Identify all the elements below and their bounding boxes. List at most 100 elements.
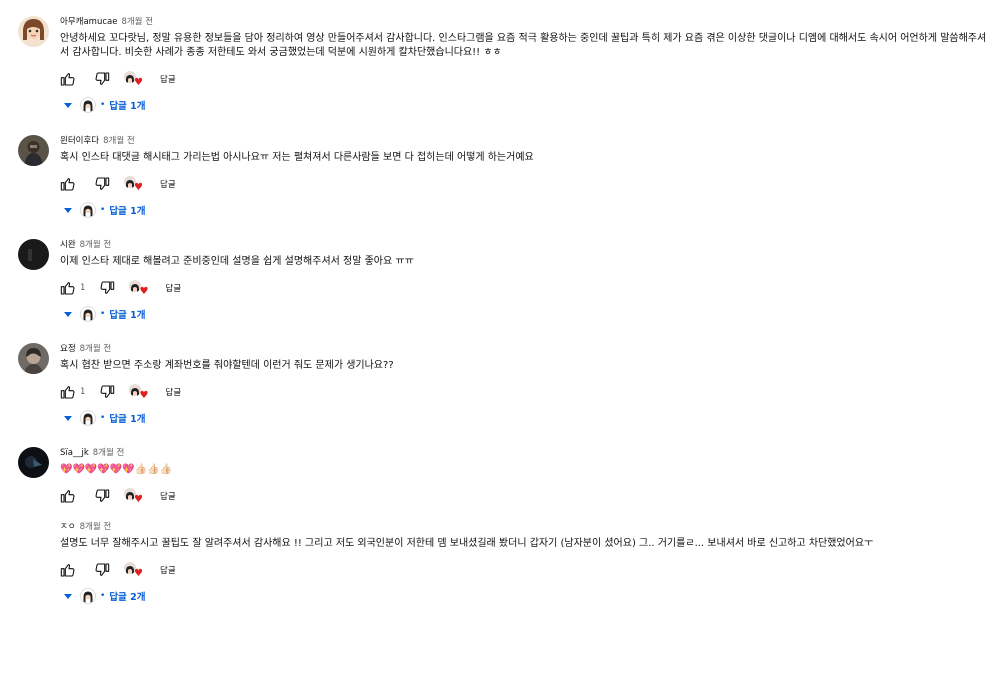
comment-actions: 1 ♥ 답글 bbox=[60, 279, 988, 297]
heart-icon: ♥ bbox=[139, 390, 149, 401]
heart-icon: ♥ bbox=[134, 568, 143, 579]
separator-dot: • bbox=[100, 309, 106, 319]
view-replies-button[interactable]: • 답글 1개 bbox=[60, 305, 988, 323]
comment-time[interactable]: 8개월 전 bbox=[80, 240, 112, 250]
thumbs-up-icon bbox=[60, 73, 75, 86]
thumbs-up-icon bbox=[60, 282, 75, 295]
comment-header: 시완 8개월 전 bbox=[60, 239, 988, 251]
separator-dot: • bbox=[100, 205, 106, 215]
like-button[interactable]: 1 bbox=[60, 280, 85, 296]
comment-text: 안녕하세요 꼬다랏님, 정말 유용한 정보들을 담아 정리하여 영상 만들어주셔… bbox=[60, 33, 987, 58]
heart-icon: ♥ bbox=[134, 77, 143, 88]
comment-actions: ♥ 답글 bbox=[60, 70, 988, 88]
comment-author[interactable]: 윈터이후다 bbox=[60, 136, 99, 146]
comment-header: 윈터이후다 8개월 전 bbox=[60, 135, 988, 147]
dislike-button[interactable] bbox=[99, 280, 115, 296]
comment-actions: ♥ 답글 bbox=[60, 487, 988, 505]
comment-header: 요정 8개월 전 bbox=[60, 343, 988, 355]
creator-heart: ♥ bbox=[124, 176, 143, 193]
reply-count: 답글 1개 bbox=[109, 414, 146, 425]
chevron-down-icon bbox=[64, 415, 72, 421]
comment-time[interactable]: 8개월 전 bbox=[103, 136, 135, 146]
like-button[interactable]: 1 bbox=[60, 384, 85, 400]
creator-heart: ♥ bbox=[124, 488, 143, 505]
comment-time[interactable]: 8개월 전 bbox=[93, 448, 125, 458]
avatar[interactable] bbox=[18, 239, 49, 270]
chevron-down-icon bbox=[64, 102, 72, 108]
comment-actions: ♥ 답글 bbox=[60, 175, 988, 193]
comment-actions: ♥ 답글 bbox=[60, 561, 988, 579]
comment-author[interactable]: 요정 bbox=[60, 344, 76, 354]
thumbs-down-icon bbox=[95, 563, 110, 576]
dislike-button[interactable] bbox=[94, 488, 110, 504]
chevron-down-icon bbox=[64, 593, 72, 599]
view-replies-button[interactable]: • 답글 1개 bbox=[60, 201, 988, 219]
like-button[interactable] bbox=[60, 562, 80, 578]
comment-text: 혹시 인스타 대댓글 해시태그 가리는법 아시나요ㅠ 저는 펼쳐져서 다른사람들… bbox=[60, 152, 534, 163]
creator-avatar bbox=[80, 588, 96, 604]
comment-header: 아무캐amucae 8개월 전 bbox=[60, 16, 988, 28]
creator-heart: ♥ bbox=[129, 280, 149, 297]
separator-dot: • bbox=[100, 591, 106, 601]
dislike-button[interactable] bbox=[94, 71, 110, 87]
like-button[interactable] bbox=[60, 488, 80, 504]
thumbs-down-icon bbox=[100, 281, 115, 294]
heart-icon: ♥ bbox=[139, 286, 149, 297]
comment-text: 설명도 너무 잘해주시고 꿀팁도 잘 알려주셔서 감사해요 !! 그리고 저도 … bbox=[60, 538, 874, 549]
reply-button[interactable]: 답글 bbox=[165, 386, 181, 398]
avatar[interactable] bbox=[18, 343, 49, 374]
comment-actions: 1 ♥ 답글 bbox=[60, 383, 988, 401]
comment-author[interactable]: 아무캐amucae bbox=[60, 17, 117, 27]
comment-header: ㅈㅇ 8개월 전 bbox=[60, 521, 988, 533]
view-replies-button[interactable]: • 답글 2개 bbox=[60, 587, 988, 605]
thumbs-up-icon bbox=[60, 490, 75, 503]
reply-button[interactable]: 답글 bbox=[160, 490, 176, 502]
comment-author[interactable]: Sïa__jk bbox=[60, 448, 89, 458]
reply-count: 답글 1개 bbox=[109, 206, 146, 217]
avatar[interactable] bbox=[18, 16, 49, 47]
like-count: 1 bbox=[80, 283, 86, 293]
separator-dot: • bbox=[100, 413, 106, 423]
creator-heart: ♥ bbox=[129, 384, 149, 401]
comment-author[interactable]: ㅈㅇ bbox=[60, 522, 76, 532]
comment-text: 💖💖💖💖💖💖👍🏻👍🏻👍🏻 bbox=[60, 464, 173, 475]
comment-time[interactable]: 8개월 전 bbox=[80, 344, 112, 354]
creator-avatar bbox=[80, 410, 96, 426]
reply-button[interactable]: 답글 bbox=[160, 178, 176, 190]
dislike-button[interactable] bbox=[94, 176, 110, 192]
like-button[interactable] bbox=[60, 176, 80, 192]
comment-text: 혹시 협찬 받으면 주소랑 계좌번호를 줘야할텐데 이런거 줘도 문제가 생기나… bbox=[60, 360, 394, 371]
thumbs-up-icon bbox=[60, 386, 75, 399]
avatar[interactable] bbox=[18, 521, 49, 552]
view-replies-button[interactable]: • 답글 1개 bbox=[60, 96, 988, 114]
view-replies-button[interactable]: • 답글 1개 bbox=[60, 409, 988, 427]
reply-button[interactable]: 답글 bbox=[160, 564, 176, 576]
thumbs-up-icon bbox=[60, 564, 75, 577]
creator-heart: ♥ bbox=[124, 71, 143, 88]
like-button[interactable] bbox=[60, 71, 80, 87]
thumbs-down-icon bbox=[100, 385, 115, 398]
creator-avatar bbox=[80, 306, 96, 322]
comment-time[interactable]: 8개월 전 bbox=[121, 17, 153, 27]
reply-count: 답글 1개 bbox=[109, 101, 146, 112]
reply-count: 답글 2개 bbox=[109, 592, 146, 603]
avatar[interactable] bbox=[18, 135, 49, 166]
thumbs-down-icon bbox=[95, 177, 110, 190]
avatar[interactable] bbox=[18, 447, 49, 478]
thumbs-down-icon bbox=[95, 489, 110, 502]
dislike-button[interactable] bbox=[99, 384, 115, 400]
like-count: 1 bbox=[80, 387, 86, 397]
comment-author[interactable]: 시완 bbox=[60, 240, 76, 250]
reply-button[interactable]: 답글 bbox=[160, 73, 176, 85]
comment-header: Sïa__jk 8개월 전 bbox=[60, 447, 988, 459]
dislike-button[interactable] bbox=[94, 562, 110, 578]
heart-icon: ♥ bbox=[134, 494, 143, 505]
reply-button[interactable]: 답글 bbox=[165, 282, 181, 294]
chevron-down-icon bbox=[64, 207, 72, 213]
thumbs-up-icon bbox=[60, 178, 75, 191]
creator-avatar bbox=[80, 202, 96, 218]
thumbs-down-icon bbox=[95, 72, 110, 85]
chevron-down-icon bbox=[64, 311, 72, 317]
comment-time[interactable]: 8개월 전 bbox=[80, 522, 112, 532]
reply-count: 답글 1개 bbox=[109, 310, 146, 321]
